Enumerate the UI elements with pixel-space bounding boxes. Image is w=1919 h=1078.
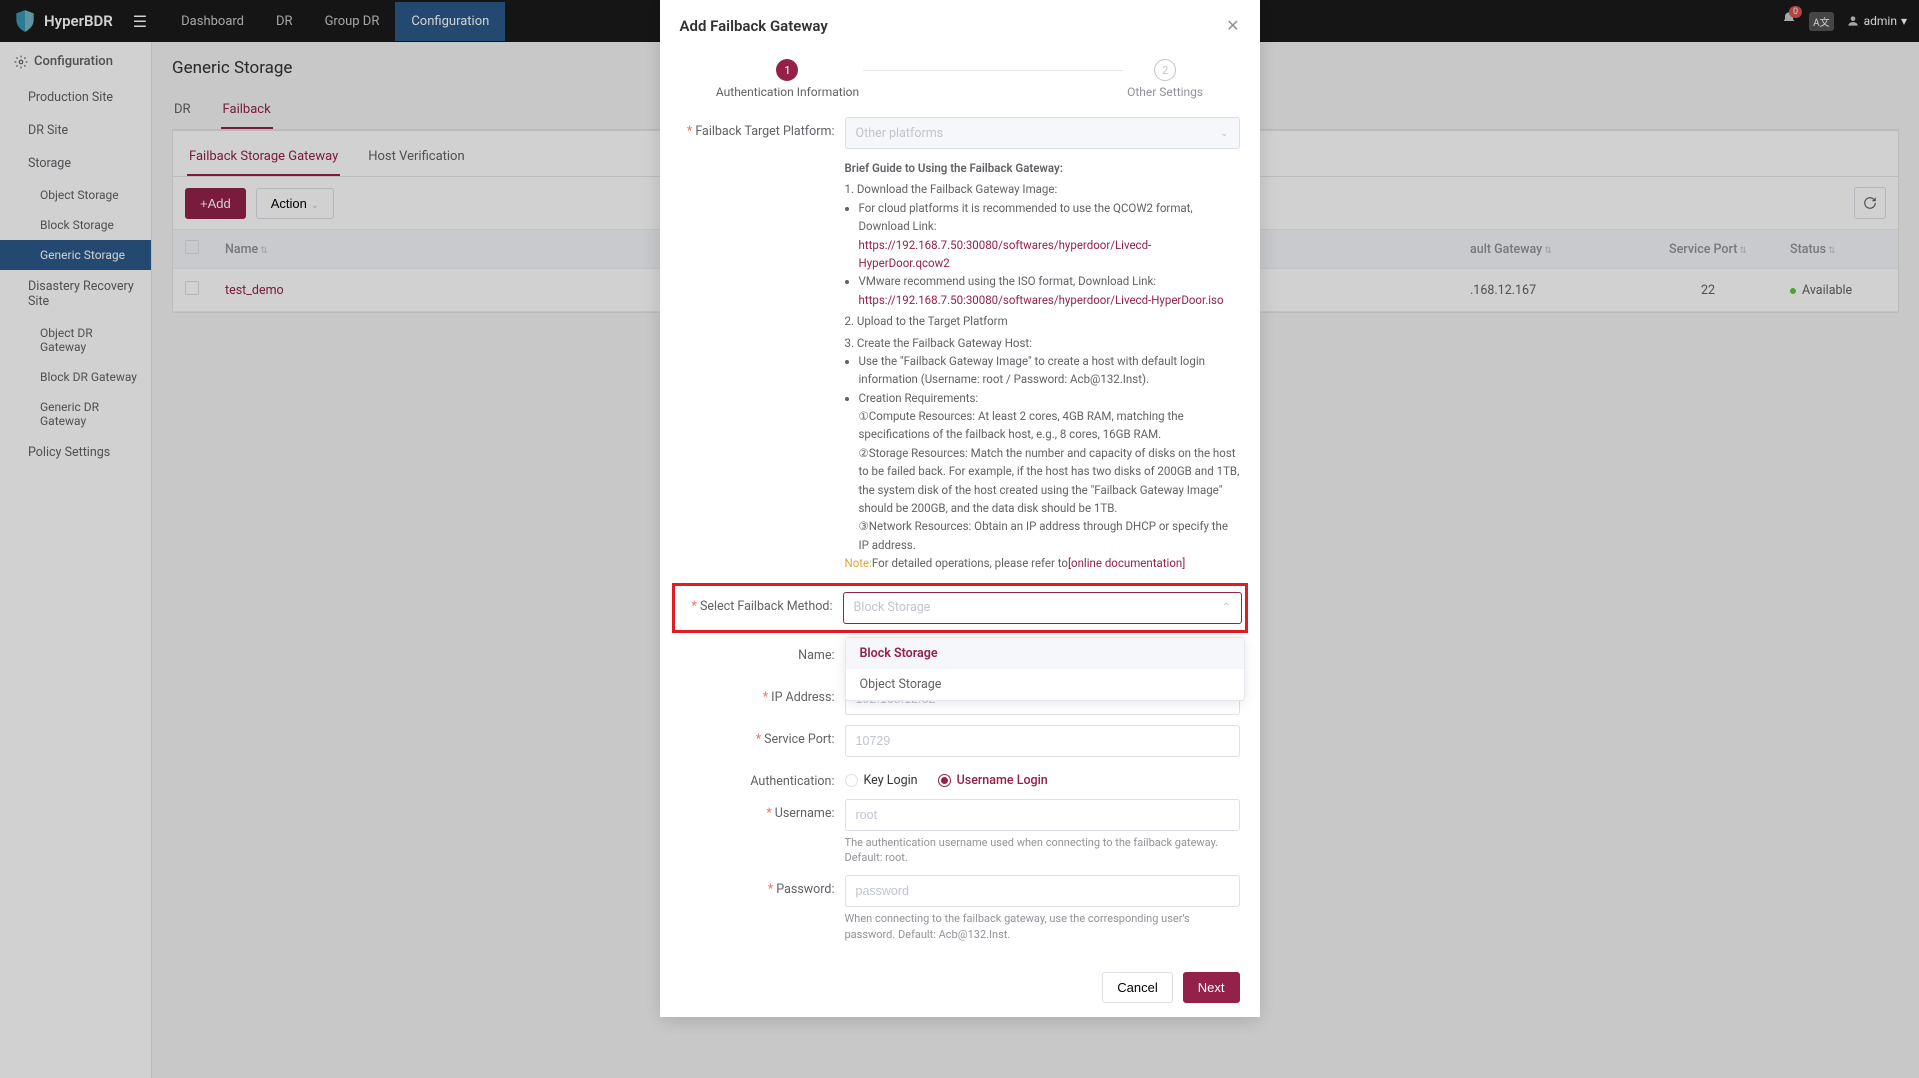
username-input[interactable] [845,799,1240,831]
port-input[interactable] [845,725,1240,757]
add-failback-gateway-dialog: Add Failback Gateway ✕ 1 Authentication … [660,0,1260,1017]
username-hint: The authentication username used when co… [845,835,1240,866]
qcow2-link[interactable]: https://192.168.7.50:30080/softwares/hyp… [859,238,1152,270]
dialog-title: Add Failback Gateway [680,17,828,35]
label-failback-method: *Select Failback Method: [678,592,843,614]
dialog-header: Add Failback Gateway ✕ [660,0,1260,47]
chevron-down-icon: ⌄ [1220,128,1228,139]
dialog-footer: Cancel Next [660,962,1260,1017]
password-input[interactable] [845,875,1240,907]
password-hint: When connecting to the failback gateway,… [845,911,1240,942]
radio-key-login[interactable]: Key Login [845,773,918,788]
label-auth: Authentication: [680,767,845,789]
label-name: Name: [680,641,845,663]
step-1: 1 Authentication Information [716,59,859,99]
close-icon[interactable]: ✕ [1226,16,1239,35]
highlighted-field: *Select Failback Method: Block Storage ⌃ [672,583,1248,633]
online-doc-link[interactable]: [online documentation] [1068,556,1185,570]
step-2: 2 Other Settings [1127,59,1203,99]
failback-method-select[interactable]: Block Storage ⌃ [843,592,1242,624]
dropdown-block-storage[interactable]: Block Storage [846,638,1244,669]
label-target-platform: *Failback Target Platform: [680,117,845,139]
target-platform-select[interactable]: Other platforms ⌄ [845,117,1240,149]
dropdown-object-storage[interactable]: Object Storage [846,669,1244,700]
chevron-up-icon: ⌃ [1222,602,1230,613]
radio-username-login[interactable]: Username Login [938,773,1048,788]
next-button[interactable]: Next [1183,972,1240,1003]
failback-method-dropdown: Block Storage Object Storage [845,637,1245,701]
cancel-button[interactable]: Cancel [1102,972,1172,1003]
guide-text: Brief Guide to Using the Failback Gatewa… [845,159,1240,573]
steps: 1 Authentication Information 2 Other Set… [680,59,1240,99]
label-port: *Service Port: [680,725,845,747]
label-username: *Username: [680,799,845,821]
dialog-body: 1 Authentication Information 2 Other Set… [660,47,1260,962]
label-ip: *IP Address: [680,683,845,705]
iso-link[interactable]: https://192.168.7.50:30080/softwares/hyp… [859,293,1224,307]
label-password: *Password: [680,875,845,897]
